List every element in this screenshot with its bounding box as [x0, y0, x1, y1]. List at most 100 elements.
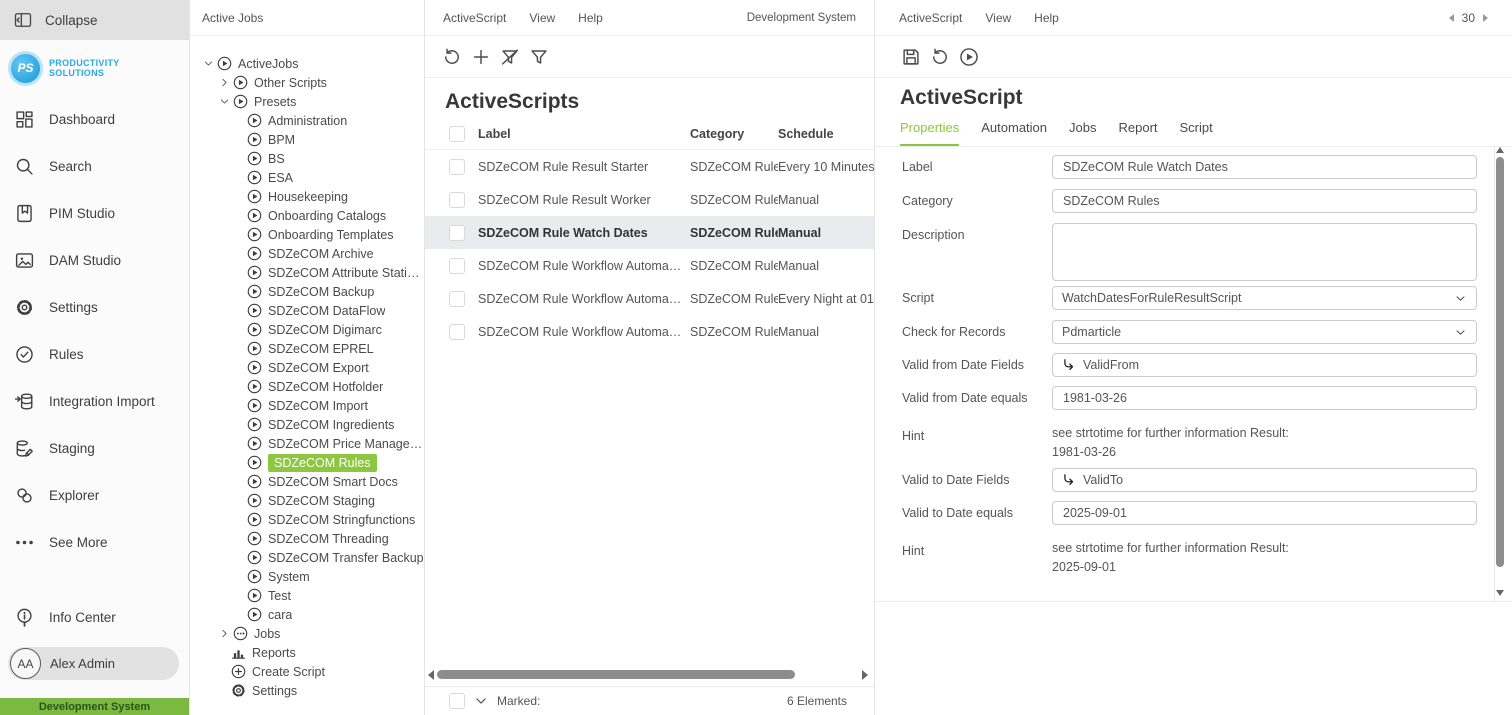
tree-node-sdzecom-stringfunctions[interactable]: SDZeCOM Stringfunctions: [190, 510, 424, 529]
tree-node-sdzecom-digimarc[interactable]: SDZeCOM Digimarc: [190, 320, 424, 339]
tab-script[interactable]: Script: [1180, 120, 1213, 146]
refresh-icon[interactable]: [929, 46, 951, 68]
tree-node-sdzecom-smart-docs[interactable]: SDZeCOM Smart Docs: [190, 472, 424, 491]
footer-checkbox[interactable]: [449, 693, 465, 709]
category-field[interactable]: [1052, 189, 1477, 213]
sidebar-item-rules[interactable]: Rules: [0, 331, 189, 378]
tree-node-sdzecom-import[interactable]: SDZeCOM Import: [190, 396, 424, 415]
prev-page-icon[interactable]: [1448, 13, 1454, 22]
row-checkbox[interactable]: [449, 158, 465, 175]
chevron-down-icon[interactable]: [200, 58, 216, 70]
tree-node-onboarding-catalogs[interactable]: Onboarding Catalogs: [190, 206, 424, 225]
select-all-checkbox[interactable]: [449, 125, 465, 142]
tree-node-bs[interactable]: BS: [190, 149, 424, 168]
script-select[interactable]: WatchDatesForRuleResultScript: [1052, 286, 1477, 310]
tree-node-sdzecom-eprel[interactable]: SDZeCOM EPREL: [190, 339, 424, 358]
tree-node-sdzecom-export[interactable]: SDZeCOM Export: [190, 358, 424, 377]
tree-node-sdzecom-hotfolder[interactable]: SDZeCOM Hotfolder: [190, 377, 424, 396]
tree-node-create-script[interactable]: Create Script: [190, 662, 424, 681]
menu-item-activescript[interactable]: ActiveScript: [899, 11, 962, 25]
chevron-right-icon[interactable]: [216, 77, 232, 89]
tree-node-other-scripts[interactable]: Other Scripts: [190, 73, 424, 92]
tree-node-onboarding-templates[interactable]: Onboarding Templates: [190, 225, 424, 244]
table-row[interactable]: SDZeCOM Rule Workflow Automation WorkerS…: [425, 315, 874, 348]
sidebar-item-see-more[interactable]: See More: [0, 519, 189, 566]
check-for-records-select[interactable]: Pdmarticle: [1052, 320, 1477, 344]
menu-item-view[interactable]: View: [529, 11, 555, 25]
row-checkbox[interactable]: [449, 290, 465, 307]
menu-item-view[interactable]: View: [985, 11, 1011, 25]
valid-to-date-equals-field[interactable]: [1052, 501, 1477, 525]
tab-jobs[interactable]: Jobs: [1069, 120, 1096, 146]
tree-node-system[interactable]: System: [190, 567, 424, 586]
user-menu[interactable]: AA Alex Admin: [8, 647, 179, 680]
label-field[interactable]: [1052, 155, 1477, 179]
menu-item-help[interactable]: Help: [578, 11, 603, 25]
tree-node-sdzecom-dataflow[interactable]: SDZeCOM DataFlow: [190, 301, 424, 320]
sidebar-item-info-center[interactable]: Info Center: [0, 594, 189, 641]
sidebar-item-dashboard[interactable]: Dashboard: [0, 96, 189, 143]
menu-item-activescript[interactable]: ActiveScript: [443, 11, 506, 25]
tree-node-presets[interactable]: Presets: [190, 92, 424, 111]
valid-from-date-fields-field[interactable]: ValidFrom: [1052, 353, 1477, 377]
tree-node-activejobs[interactable]: ActiveJobs: [190, 54, 424, 73]
tree-node-sdzecom-threading[interactable]: SDZeCOM Threading: [190, 529, 424, 548]
add-icon[interactable]: [470, 46, 492, 68]
chevron-down-icon[interactable]: [216, 96, 232, 108]
sidebar-item-explorer[interactable]: Explorer: [0, 472, 189, 519]
tree-node-sdzecom-price-management[interactable]: SDZeCOM Price Management: [190, 434, 424, 453]
sidebar-item-settings[interactable]: Settings: [0, 284, 189, 331]
tree-node-sdzecom-backup[interactable]: SDZeCOM Backup: [190, 282, 424, 301]
hscroll-right-arrow[interactable]: [862, 670, 868, 680]
tree-node-housekeeping[interactable]: Housekeeping: [190, 187, 424, 206]
collapse-button[interactable]: Collapse: [0, 0, 189, 40]
table-row[interactable]: SDZeCOM Rule Workflow Automation Starter…: [425, 282, 874, 315]
table-row[interactable]: SDZeCOM Rule Result Starter SDZeCOM Rules…: [425, 150, 874, 183]
table-row[interactable]: SDZeCOM Rule Result Worker SDZeCOM Rules M…: [425, 183, 874, 216]
tree-node-sdzecom-ingredients[interactable]: SDZeCOM Ingredients: [190, 415, 424, 434]
table-row[interactable]: SDZeCOM Rule Watch Dates SDZeCOM RulesMan…: [425, 216, 874, 249]
tab-properties[interactable]: Properties: [900, 120, 960, 146]
column-header-category[interactable]: Category: [690, 127, 778, 141]
filter-icon[interactable]: [528, 46, 550, 68]
hscroll-left-arrow[interactable]: [428, 670, 434, 680]
tree-node-jobs[interactable]: Jobs: [190, 624, 424, 643]
row-checkbox[interactable]: [449, 191, 465, 208]
tree-node-sdzecom-transfer-backup[interactable]: SDZeCOM Transfer Backup: [190, 548, 424, 567]
row-checkbox[interactable]: [449, 257, 465, 274]
tree-node-administration[interactable]: Administration: [190, 111, 424, 130]
valid-to-date-fields-field[interactable]: ValidTo: [1052, 468, 1477, 492]
save-icon[interactable]: [900, 46, 922, 68]
run-icon[interactable]: [958, 46, 980, 68]
filter-off-icon[interactable]: [499, 46, 521, 68]
tree-node-esa[interactable]: ESA: [190, 168, 424, 187]
chevron-right-icon[interactable]: [216, 628, 232, 640]
column-header-label[interactable]: Label: [478, 127, 690, 141]
tree-node-sdzecom-attribute-statistics[interactable]: SDZeCOM Attribute Statistics: [190, 263, 424, 282]
description-field[interactable]: [1052, 223, 1477, 281]
menu-item-help[interactable]: Help: [1034, 11, 1059, 25]
tree-node-settings[interactable]: Settings: [190, 681, 424, 700]
column-header-schedule[interactable]: Schedule: [778, 127, 874, 141]
row-checkbox[interactable]: [449, 224, 465, 241]
sidebar-item-search[interactable]: Search: [0, 143, 189, 190]
tab-report[interactable]: Report: [1118, 120, 1157, 146]
tree-node-sdzecom-archive[interactable]: SDZeCOM Archive: [190, 244, 424, 263]
next-page-icon[interactable]: [1483, 13, 1488, 22]
hscroll-thumb[interactable]: [437, 670, 795, 679]
sidebar-item-dam-studio[interactable]: DAM Studio: [0, 237, 189, 284]
vscroll-thumb[interactable]: [1496, 157, 1504, 567]
table-row[interactable]: SDZeCOM Rule Workflow Automation by d...…: [425, 249, 874, 282]
tree-node-sdzecom-staging[interactable]: SDZeCOM Staging: [190, 491, 424, 510]
refresh-icon[interactable]: [441, 46, 463, 68]
sidebar-item-integration-import[interactable]: Integration Import: [0, 378, 189, 425]
sidebar-item-pim-studio[interactable]: PIM Studio: [0, 190, 189, 237]
tree-node-test[interactable]: Test: [190, 586, 424, 605]
row-checkbox[interactable]: [449, 323, 465, 340]
tree-node-sdzecom-rules[interactable]: SDZeCOM Rules: [190, 453, 424, 472]
tree-node-reports[interactable]: Reports: [190, 643, 424, 662]
tree-node-cara[interactable]: cara: [190, 605, 424, 624]
tree-node-bpm[interactable]: BPM: [190, 130, 424, 149]
sidebar-item-staging[interactable]: Staging: [0, 425, 189, 472]
tab-automation[interactable]: Automation: [981, 120, 1047, 146]
